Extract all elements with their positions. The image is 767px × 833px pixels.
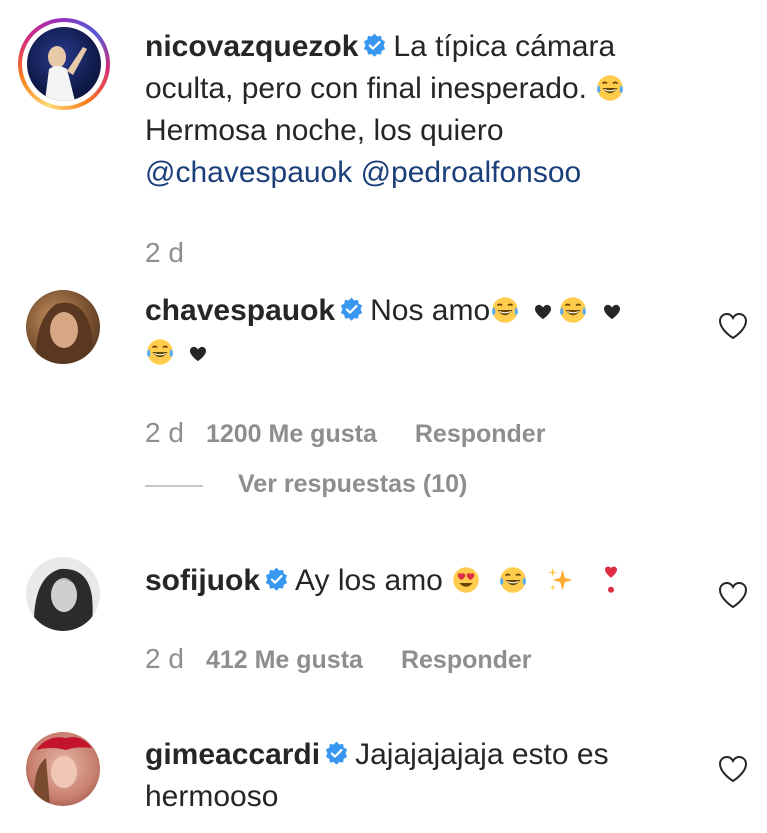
username[interactable]: chavespauok — [145, 294, 335, 327]
like-heart-icon[interactable] — [718, 312, 748, 340]
caption-text: oculta, pero con final inesperado. — [145, 72, 587, 105]
avatar[interactable] — [26, 732, 100, 806]
red-exclamation-emoji-icon — [596, 565, 626, 595]
divider — [145, 485, 203, 487]
laughing-emoji-icon — [498, 565, 528, 595]
timestamp: 2 d — [145, 643, 184, 674]
heart-eyes-emoji-icon — [451, 565, 481, 595]
verified-badge-icon — [324, 741, 349, 766]
comment-text: Ay los amo — [295, 564, 443, 597]
comment-text: Nos amo — [370, 294, 491, 327]
laughing-emoji-icon — [595, 73, 625, 103]
like-count[interactable]: 412 Me gusta — [206, 646, 363, 674]
avatar[interactable] — [26, 557, 100, 631]
caption-text: La típica cámara — [393, 30, 616, 63]
reply-button[interactable]: Responder — [401, 646, 532, 674]
username[interactable]: nicovazquezok — [145, 30, 358, 63]
laughing-emoji-icon — [490, 295, 520, 325]
sparkles-emoji-icon — [546, 565, 576, 595]
black-heart-icon — [534, 304, 552, 320]
like-heart-icon[interactable] — [718, 581, 748, 609]
mention-link[interactable]: @chavespauok — [145, 156, 352, 189]
verified-badge-icon — [362, 33, 387, 58]
black-heart-icon — [189, 346, 207, 362]
caption-text: Hermosa noche, los quiero — [145, 114, 504, 147]
avatar[interactable] — [26, 290, 100, 364]
verified-badge-icon — [264, 567, 289, 592]
laughing-emoji-icon — [145, 337, 175, 367]
timestamp: 2 d — [145, 237, 184, 268]
verified-badge-icon — [339, 297, 364, 322]
username[interactable]: sofijuok — [145, 564, 260, 597]
view-replies-button[interactable]: Ver respuestas (10) — [238, 470, 467, 499]
comment-text: Jajajajajaja esto es — [355, 738, 609, 771]
like-heart-icon[interactable] — [718, 755, 748, 783]
black-heart-icon — [603, 304, 621, 320]
avatar[interactable] — [27, 27, 101, 101]
like-count[interactable]: 1200 Me gusta — [206, 420, 377, 448]
reply-button[interactable]: Responder — [415, 420, 546, 448]
timestamp: 2 d — [145, 417, 184, 448]
username[interactable]: gimeaccardi — [145, 738, 320, 771]
laughing-emoji-icon — [558, 295, 588, 325]
comment-text: hermooso — [145, 780, 279, 813]
story-ring[interactable] — [18, 18, 110, 110]
mention-link[interactable]: @pedroalfonsoo — [361, 156, 582, 189]
